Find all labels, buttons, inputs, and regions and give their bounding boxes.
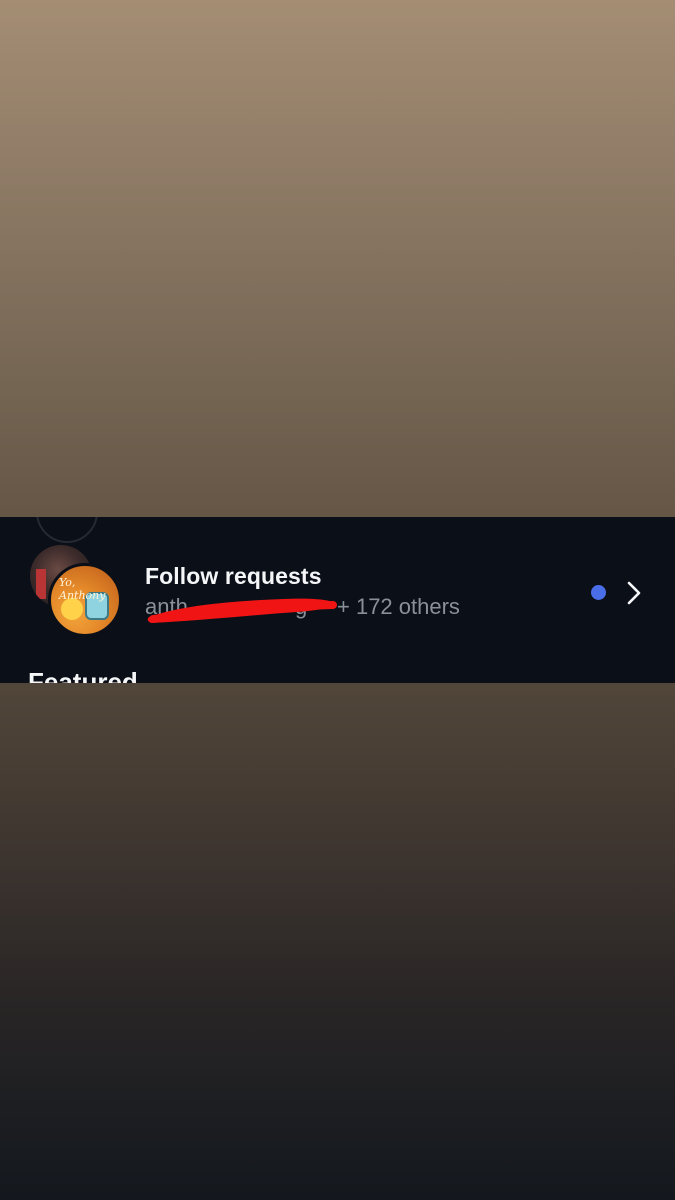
avatar-overlay-text: Yo, Anthony [59, 576, 106, 602]
others-count: + 172 others [337, 594, 460, 619]
unread-dot-icon [591, 585, 606, 600]
section-heading-featured: Featured [28, 667, 138, 683]
redaction-scribble [147, 598, 337, 623]
follow-requests-title: Follow requests [145, 563, 322, 589]
blurred-background-bottom [0, 683, 675, 1200]
follow-requests-row[interactable]: Yo, Anthony Follow requests anth g + 172… [0, 541, 675, 641]
cropped-story-ring [36, 517, 98, 543]
follow-requests-panel: Yo, Anthony Follow requests anth g + 172… [0, 517, 675, 683]
chevron-right-icon[interactable] [624, 580, 644, 606]
blurred-background-top [0, 0, 675, 517]
avatar: Yo, Anthony [48, 563, 122, 637]
